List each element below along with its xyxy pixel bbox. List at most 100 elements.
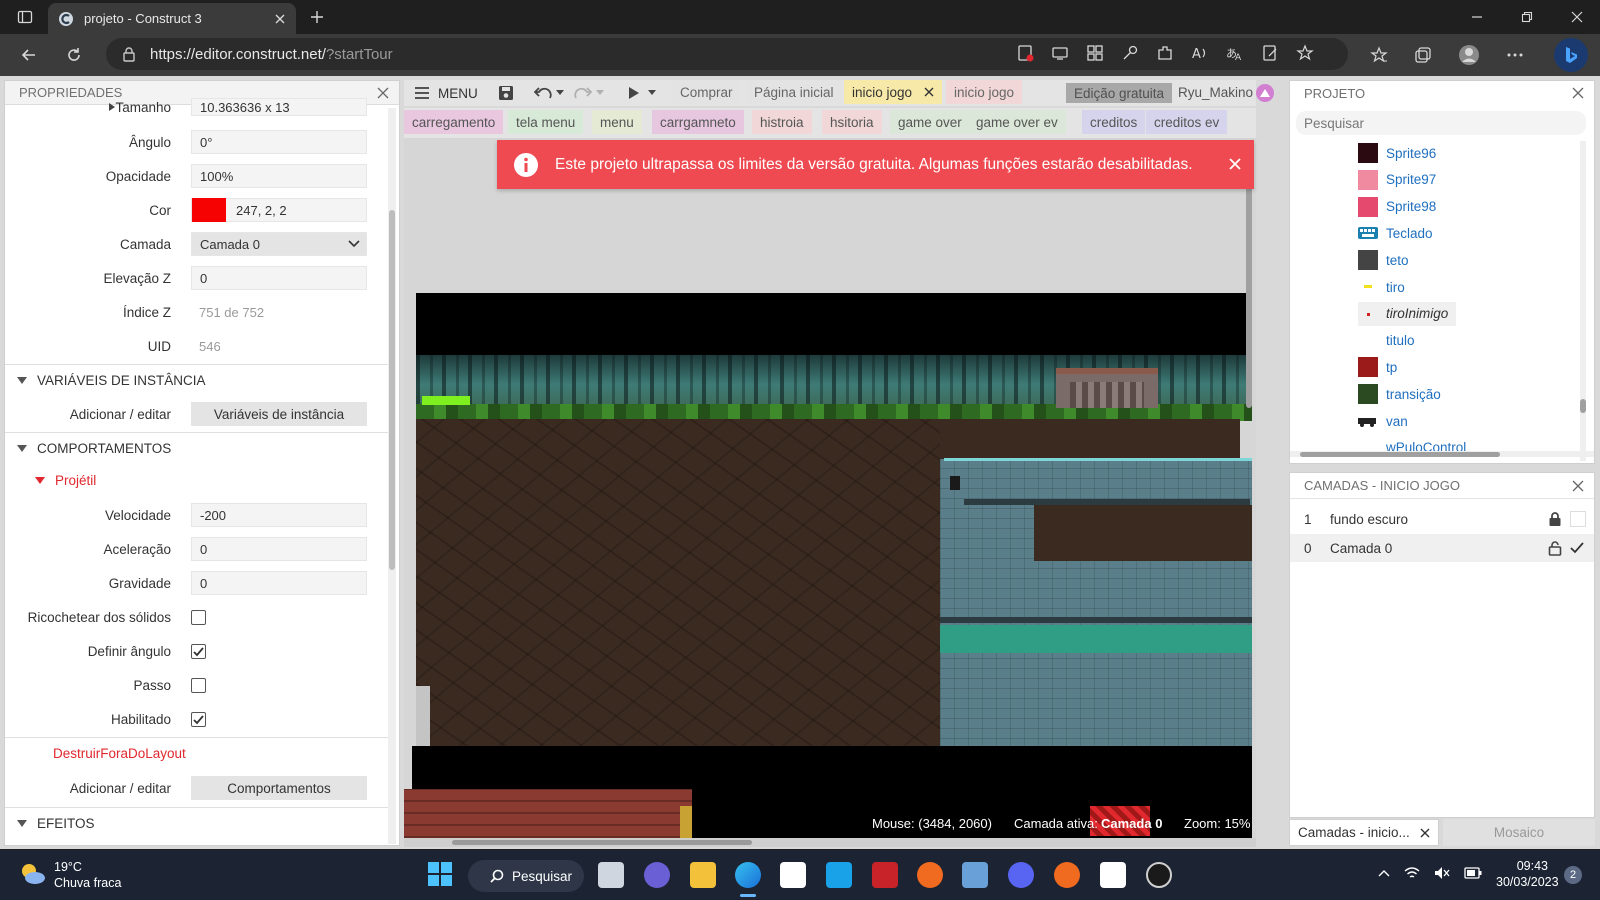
layout-tab[interactable]: hsitoria bbox=[822, 110, 882, 134]
undo-dropdown-icon[interactable] bbox=[556, 90, 564, 96]
file-explorer-icon[interactable] bbox=[690, 862, 716, 888]
acceleration-input[interactable]: 0 bbox=[191, 537, 367, 561]
speed-input[interactable]: -200 bbox=[191, 503, 367, 527]
key-icon[interactable] bbox=[1121, 44, 1139, 62]
close-window-icon[interactable] bbox=[1568, 8, 1586, 26]
close-tab-icon[interactable] bbox=[274, 13, 286, 25]
instance-vars-button[interactable]: Variáveis de instância bbox=[191, 402, 367, 426]
project-item[interactable]: Sprite97 bbox=[1358, 168, 1436, 192]
step-checkbox[interactable] bbox=[191, 677, 206, 693]
store-icon[interactable] bbox=[780, 862, 806, 888]
canvas-h-scrollbar[interactable] bbox=[404, 838, 1256, 847]
opacity-input[interactable]: 100% bbox=[191, 164, 367, 188]
project-scrollbar-thumb[interactable] bbox=[1580, 399, 1586, 413]
layer-visible-checkbox[interactable] bbox=[1570, 511, 1586, 527]
projectile-behavior[interactable]: Projétil bbox=[5, 464, 391, 496]
gravity-input[interactable]: 0 bbox=[191, 571, 367, 595]
layout-tab[interactable]: creditos ev bbox=[1146, 110, 1228, 134]
tab-inicio-jogo-layout[interactable]: inicio jogo bbox=[844, 80, 943, 104]
color-input[interactable]: 247, 2, 2 bbox=[191, 198, 367, 222]
volume-muted-icon[interactable] bbox=[1434, 866, 1450, 880]
project-item[interactable]: tiroInimigo bbox=[1358, 301, 1457, 326]
refresh-icon[interactable] bbox=[63, 44, 85, 66]
layout-tab[interactable]: game over ev bbox=[968, 110, 1066, 134]
weather-widget[interactable]: 19°C Chuva fraca bbox=[54, 859, 121, 891]
save-button[interactable] bbox=[490, 81, 522, 105]
read-aloud-icon[interactable]: A bbox=[1191, 44, 1209, 62]
browser-tab[interactable]: projeto - Construct 3 bbox=[48, 3, 296, 34]
project-item[interactable]: titulo bbox=[1358, 329, 1415, 353]
add-favorite-icon[interactable] bbox=[1296, 44, 1314, 62]
close-banner-icon[interactable] bbox=[1228, 157, 1242, 171]
redo-dropdown-icon[interactable] bbox=[596, 90, 604, 96]
project-search-input[interactable]: Pesquisar bbox=[1296, 111, 1586, 135]
layers-dock-tab[interactable]: Camadas - inicio... bbox=[1289, 819, 1439, 846]
edit-page-icon[interactable] bbox=[1261, 44, 1279, 62]
app-available-icon[interactable] bbox=[1051, 44, 1069, 62]
media-app-icon[interactable] bbox=[1146, 862, 1172, 888]
layer-row-fundo-escuro[interactable]: 1 fundo escuro bbox=[1290, 505, 1594, 533]
chevron-up-icon[interactable] bbox=[1378, 869, 1390, 877]
preview-dropdown-icon[interactable] bbox=[648, 90, 656, 96]
layout-tab[interactable]: tela menu bbox=[508, 110, 584, 134]
layout-canvas[interactable] bbox=[404, 138, 1256, 838]
clock[interactable]: 09:43 30/03/2023 bbox=[1496, 858, 1559, 890]
image-app-icon[interactable] bbox=[962, 862, 988, 888]
project-item[interactable]: transição bbox=[1358, 382, 1441, 406]
free-edition-badge[interactable]: Edição gratuita bbox=[1066, 83, 1173, 103]
project-item[interactable]: van bbox=[1358, 409, 1408, 433]
collections-icon[interactable] bbox=[1414, 46, 1432, 64]
tab-actions-icon[interactable] bbox=[16, 8, 34, 26]
orange-app-icon[interactable] bbox=[917, 862, 943, 888]
wifi-icon[interactable] bbox=[1404, 866, 1420, 880]
layer-select[interactable]: Camada 0 bbox=[191, 232, 367, 256]
discord-icon[interactable] bbox=[1008, 862, 1034, 888]
lock-closed-icon[interactable] bbox=[1548, 511, 1562, 527]
properties-scrollbar-thumb[interactable] bbox=[389, 210, 395, 570]
project-scrollbar[interactable] bbox=[1580, 141, 1586, 461]
close-layers-icon[interactable] bbox=[1572, 480, 1584, 492]
username[interactable]: Ryu_Makino bbox=[1178, 85, 1253, 100]
layout-tab[interactable]: carregamento bbox=[404, 110, 504, 134]
document-icon[interactable] bbox=[1100, 862, 1126, 888]
menu-button[interactable]: MENU bbox=[406, 81, 486, 105]
layout-tab[interactable]: histroia bbox=[752, 110, 812, 134]
more-options-icon[interactable] bbox=[1506, 46, 1524, 64]
mcafee-icon[interactable] bbox=[872, 862, 898, 888]
layout-tab[interactable]: menu bbox=[592, 110, 642, 134]
close-project-icon[interactable] bbox=[1572, 87, 1584, 99]
close-dock-tab-icon[interactable] bbox=[1420, 828, 1430, 838]
z-elevation-input[interactable]: 0 bbox=[191, 266, 367, 290]
start-page-tab[interactable]: Página inicial bbox=[746, 80, 842, 104]
set-angle-checkbox[interactable] bbox=[191, 643, 206, 659]
layout-tab[interactable]: game over bbox=[890, 110, 970, 134]
taskbar-search[interactable]: Pesquisar bbox=[468, 860, 584, 892]
weather-icon[interactable] bbox=[18, 861, 46, 887]
profile-avatar-icon[interactable] bbox=[1458, 44, 1480, 66]
project-item[interactable]: Sprite96 bbox=[1358, 141, 1436, 165]
new-tab-icon[interactable] bbox=[308, 8, 326, 26]
project-item[interactable]: tiro bbox=[1358, 275, 1405, 299]
extension-alert-icon[interactable] bbox=[1016, 44, 1034, 62]
lock-open-icon[interactable] bbox=[1548, 540, 1562, 556]
layer-visible-check-icon[interactable] bbox=[1570, 542, 1584, 554]
project-item[interactable]: teto bbox=[1358, 248, 1409, 272]
layout-tab[interactable]: carrgamneto bbox=[652, 110, 744, 134]
tab-inicio-jogo-events[interactable]: inicio jogo bbox=[946, 80, 1023, 104]
edge-icon[interactable] bbox=[735, 862, 761, 888]
battery-icon[interactable] bbox=[1464, 867, 1482, 879]
size-value[interactable]: 10.363636 x 13 bbox=[191, 98, 367, 116]
restore-icon[interactable] bbox=[1518, 8, 1536, 26]
project-h-scrollbar-thumb[interactable] bbox=[1300, 452, 1500, 457]
bounce-checkbox[interactable] bbox=[191, 609, 206, 625]
bing-copilot-icon[interactable] bbox=[1554, 38, 1588, 72]
preview-button[interactable] bbox=[620, 81, 664, 105]
buy-button[interactable]: Comprar bbox=[672, 80, 741, 104]
close-tab-icon[interactable] bbox=[924, 87, 934, 97]
project-item[interactable]: Sprite98 bbox=[1358, 195, 1436, 219]
translate-icon[interactable]: あA bbox=[1226, 44, 1244, 62]
behaviors-section[interactable]: COMPORTAMENTOS bbox=[5, 432, 391, 464]
project-item[interactable]: tp bbox=[1358, 355, 1397, 379]
layer-row-camada-0[interactable]: 0 Camada 0 bbox=[1290, 534, 1594, 562]
enabled-checkbox[interactable] bbox=[191, 711, 206, 727]
